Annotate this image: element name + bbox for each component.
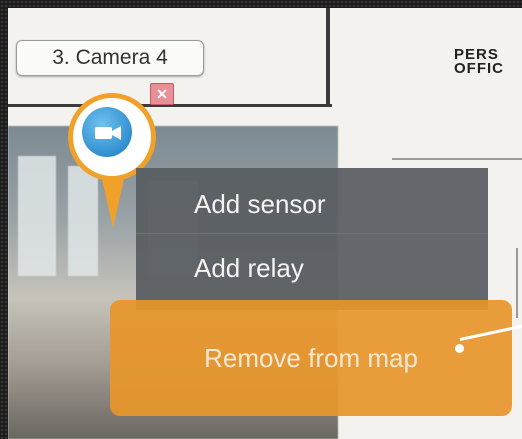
- menu-divider: [136, 233, 488, 234]
- map-wall: [326, 8, 330, 107]
- room-label: PERS OFFIC: [454, 46, 504, 77]
- menu-item-add-relay[interactable]: Add relay: [136, 236, 488, 300]
- video-camera-icon: [95, 126, 121, 140]
- camera-label[interactable]: 3. Camera 4: [16, 40, 204, 76]
- close-icon[interactable]: ✕: [150, 83, 174, 105]
- map-wall: [392, 158, 522, 160]
- menu-item-add-sensor[interactable]: Add sensor: [136, 172, 488, 236]
- context-menu: Add sensor Add relay: [136, 168, 488, 310]
- map-wall: [516, 248, 518, 318]
- remove-from-map-button[interactable]: Remove from map: [110, 300, 512, 416]
- callout-dot: [455, 344, 464, 353]
